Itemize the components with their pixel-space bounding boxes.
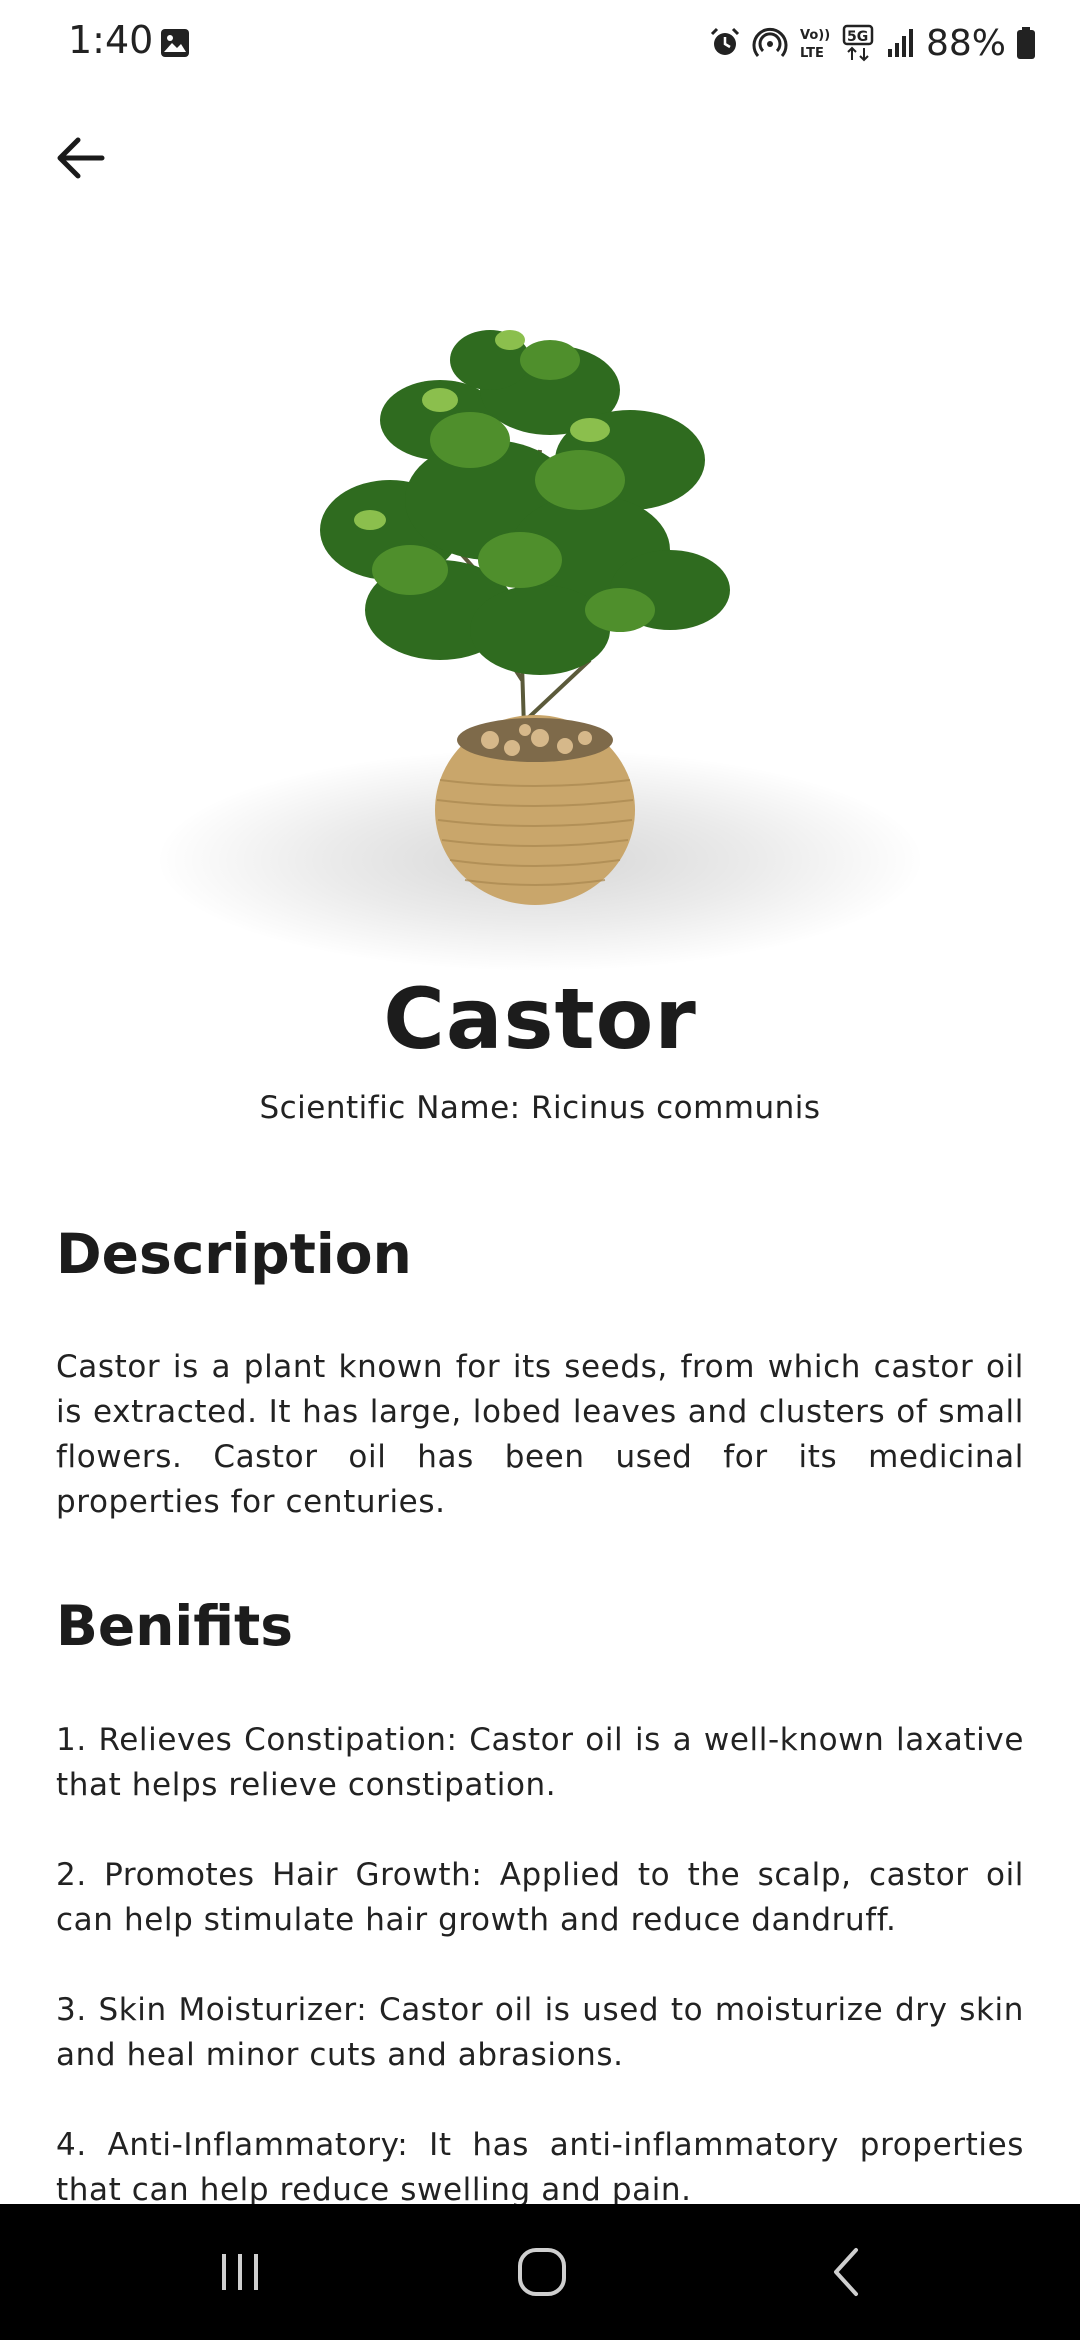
status-time: 1:40: [68, 18, 154, 62]
hotspot-icon: [752, 27, 788, 57]
gallery-icon: [161, 29, 189, 57]
benefit-item: 3. Skin Moisturizer: Castor oil is used …: [56, 1992, 1024, 2073]
signal-icon: [887, 29, 913, 57]
svg-text:5G: 5G: [847, 29, 868, 45]
battery-percent: 88%: [925, 22, 1006, 64]
svg-text:Vo)): Vo)): [800, 28, 830, 43]
plant-name: Castor: [383, 970, 697, 1068]
benefit-item: 2. Promotes Hair Growth: Applied to the …: [56, 1857, 1024, 1938]
recents-button[interactable]: [160, 2204, 320, 2340]
recents-icon: [222, 2254, 258, 2290]
status-icons: Vo)) LTE 5G 88%: [708, 18, 1036, 68]
svg-text:LTE: LTE: [800, 46, 824, 61]
description-heading: Description: [56, 1222, 412, 1286]
description-text: Castor is a plant known for its seeds, f…: [56, 1349, 1024, 1520]
benefit-item: 4. Anti-Inflammatory: It has anti-inflam…: [56, 2127, 1024, 2208]
back-icon: [834, 2248, 858, 2296]
home-button[interactable]: [462, 2204, 622, 2340]
plant-image: [320, 330, 730, 905]
battery-icon: [1017, 27, 1035, 59]
alarm-icon: [710, 27, 740, 55]
home-icon: [518, 2248, 566, 2296]
scientific-name: Scientific Name: Ricinus communis: [259, 1090, 821, 1126]
volte-icon: Vo)) LTE: [800, 28, 830, 61]
benefits-heading: Benifits: [56, 1594, 294, 1658]
5g-icon: 5G: [842, 24, 874, 62]
status-bar: 1:40 Vo)) LTE 5G 88%: [0, 0, 1080, 86]
navigation-bar: [0, 2204, 1080, 2340]
arrow-left-icon: [57, 137, 105, 179]
back-button[interactable]: [44, 122, 116, 194]
system-back-button[interactable]: [766, 2204, 926, 2340]
benefit-item: 1. Relieves Constipation: Castor oil is …: [56, 1722, 1024, 1803]
